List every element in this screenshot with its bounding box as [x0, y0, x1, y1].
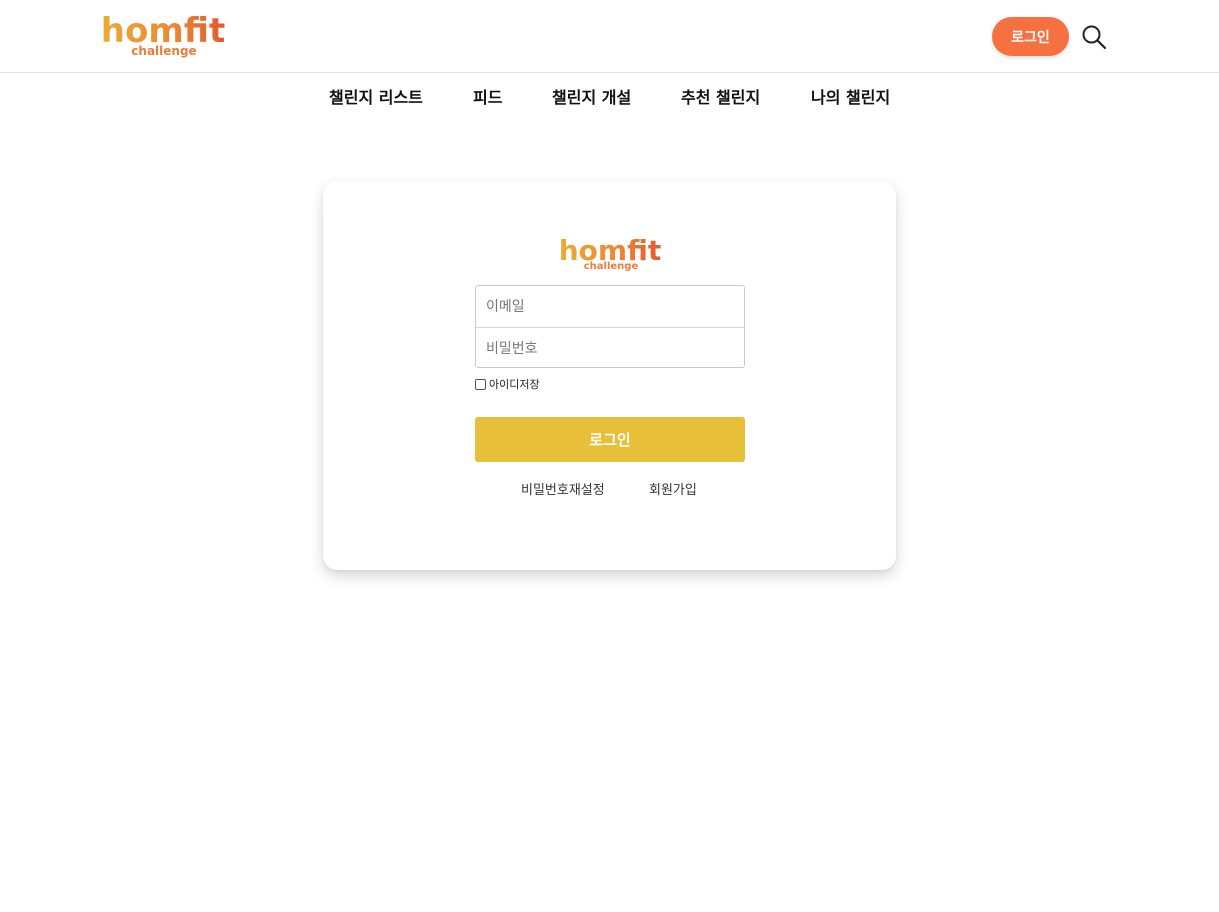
- remember-id-label: 아이디저장: [489, 378, 540, 391]
- nav-item-recommended-challenge[interactable]: 추천 챌린지: [681, 84, 760, 108]
- remember-id-checkbox[interactable]: [475, 378, 486, 390]
- main-nav: 챌린지 리스트 피드 챌린지 개설 추천 챌린지 나의 챌린지: [0, 73, 1219, 117]
- email-input[interactable]: [476, 286, 744, 327]
- login-card: homfit challenge 아이디저장 로그인 비밀번호재설정 회원가입: [323, 181, 896, 570]
- credentials-group: [475, 285, 745, 368]
- login-submit-button[interactable]: 로그인: [475, 417, 745, 462]
- nav-item-challenge-list[interactable]: 챌린지 리스트: [329, 84, 423, 108]
- card-logo-subtitle: challenge: [583, 261, 639, 272]
- search-button[interactable]: [1080, 23, 1108, 51]
- nav-item-feed[interactable]: 피드: [473, 84, 502, 108]
- header-login-button[interactable]: 로그인: [992, 17, 1069, 56]
- password-input[interactable]: [476, 328, 744, 367]
- nav-item-create-challenge[interactable]: 챌린지 개설: [552, 84, 631, 108]
- signup-link[interactable]: 회원가입: [649, 479, 697, 498]
- site-header: homfit challenge 로그인: [0, 0, 1219, 73]
- logo-wordmark: homfit: [100, 11, 226, 51]
- logo-subtitle: challenge: [131, 44, 197, 58]
- nav-item-my-challenge[interactable]: 나의 챌린지: [811, 84, 890, 108]
- remember-id[interactable]: 아이디저장: [475, 376, 540, 392]
- card-logo: homfit challenge: [557, 237, 663, 272]
- search-icon: [1082, 25, 1107, 50]
- reset-password-link[interactable]: 비밀번호재설정: [521, 479, 605, 498]
- homfit-logo[interactable]: homfit challenge: [98, 14, 228, 57]
